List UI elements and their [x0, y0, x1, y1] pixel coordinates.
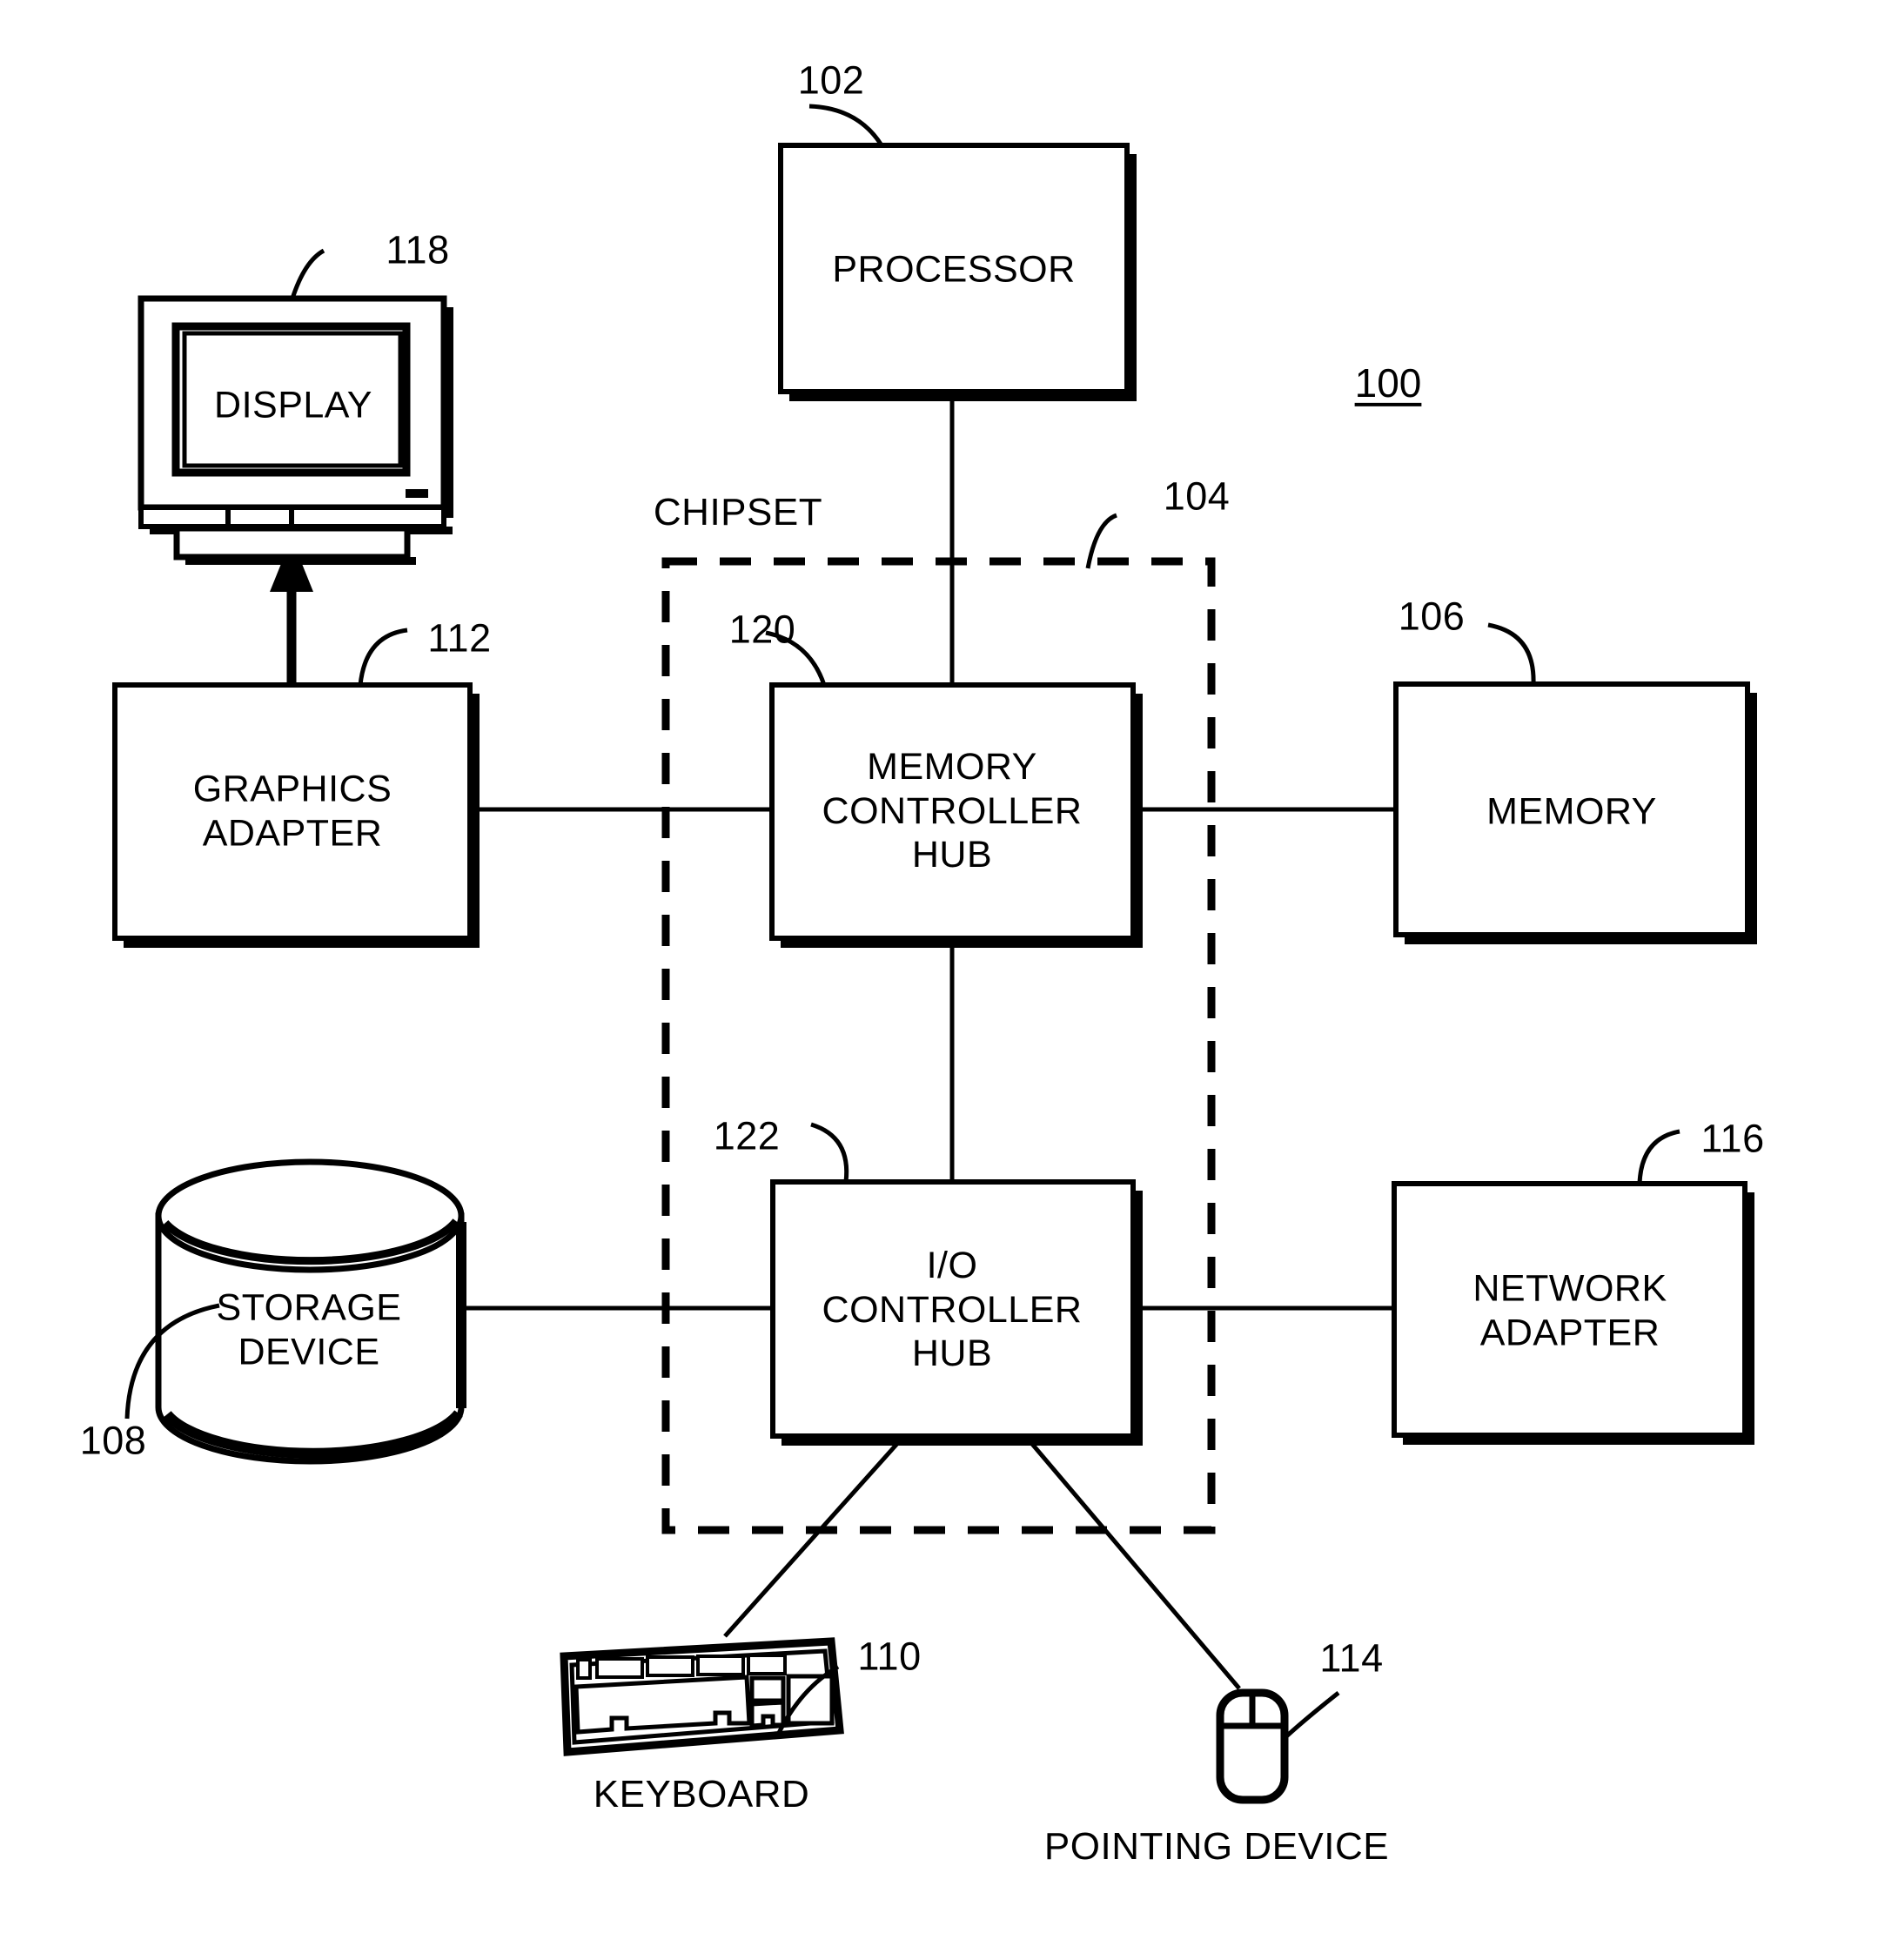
ref-number-106: 106 — [1398, 594, 1466, 639]
leader-114 — [1283, 1691, 1340, 1740]
ref-number-104: 104 — [1163, 473, 1231, 519]
ref-number-118: 118 — [386, 227, 450, 272]
chipset-label: CHIPSET — [653, 491, 823, 534]
ref-number-108: 108 — [79, 1418, 147, 1463]
ich-box-shadow-bottom — [782, 1436, 1143, 1446]
processor-label: PROCESSOR — [832, 248, 1076, 291]
connector-lines — [461, 392, 1396, 1690]
memory-label: MEMORY — [1486, 790, 1657, 833]
ref-number-110: 110 — [857, 1634, 922, 1679]
patent-figure: 100 PROCESSOR 102 MEMORY CONTROLLER HUB … — [0, 0, 1885, 1960]
diagram-canvas — [112, 104, 1757, 1804]
keyboard-key-group-f1 — [595, 1657, 644, 1679]
leader-118 — [290, 248, 325, 299]
keyboard-icon — [560, 1637, 844, 1756]
leader-122 — [810, 1122, 849, 1183]
processor-box-shadow-right — [1127, 154, 1137, 400]
network-adapter-label: NETWORK ADAPTER — [1472, 1267, 1667, 1353]
leader-106 — [1487, 622, 1536, 685]
keyboard-numpad — [786, 1674, 835, 1726]
graphics-adapter-box-shadow-bottom — [124, 938, 480, 948]
monitor-stand-shadow — [185, 557, 416, 565]
graphics-adapter-label: GRAPHICS ADAPTER — [192, 768, 392, 854]
ref-number-122: 122 — [713, 1113, 781, 1158]
leader-112 — [358, 628, 408, 686]
ich-box-shadow-right — [1133, 1191, 1143, 1445]
keyboard-key-group-f3 — [696, 1655, 745, 1676]
keyboard-key-group-f2 — [646, 1655, 694, 1677]
cylinder-top — [155, 1158, 465, 1273]
memory-box-shadow-right — [1747, 693, 1757, 943]
graphics-adapter-box-shadow-right — [470, 694, 480, 947]
processor-box-shadow-bottom — [789, 392, 1137, 401]
mch-box-shadow-right — [1133, 694, 1143, 947]
keyboard-key-esc — [576, 1658, 592, 1680]
ref-number-114: 114 — [1319, 1635, 1384, 1681]
mch-box-shadow-bottom — [781, 938, 1143, 948]
monitor-power-led-icon — [406, 489, 428, 498]
storage-device-label: STORAGE DEVICE — [216, 1286, 402, 1373]
keyboard-nav-cluster-top — [749, 1675, 786, 1703]
ref-number-116: 116 — [1701, 1116, 1765, 1161]
network-adapter-box-shadow-right — [1745, 1192, 1754, 1444]
pointing-device-label: POINTING DEVICE — [1043, 1825, 1390, 1869]
connector-ich-keyboard — [723, 1436, 904, 1638]
monitor-case-shadow-right — [444, 307, 453, 518]
ref-number-102: 102 — [797, 57, 865, 103]
leader-116 — [1637, 1129, 1680, 1185]
pointing-device-mouse-icon — [1216, 1688, 1289, 1804]
leader-102 — [808, 104, 884, 147]
keyboard-key-group-f4 — [747, 1654, 787, 1675]
keyboard-label: KEYBOARD — [593, 1773, 810, 1816]
display-monitor-icon — [138, 295, 453, 565]
io-controller-hub-label: I/O CONTROLLER HUB — [822, 1244, 1083, 1375]
display-label: DISPLAY — [214, 384, 372, 426]
monitor-stand — [173, 525, 411, 560]
network-adapter-box-shadow-bottom — [1403, 1435, 1754, 1445]
figure-number: 100 — [1354, 359, 1422, 406]
ref-number-112: 112 — [427, 615, 492, 661]
memory-box-shadow-bottom — [1405, 935, 1757, 944]
ref-number-120: 120 — [728, 607, 796, 652]
connector-ich-mouse — [1025, 1436, 1241, 1690]
memory-controller-hub-label: MEMORY CONTROLLER HUB — [822, 745, 1083, 876]
